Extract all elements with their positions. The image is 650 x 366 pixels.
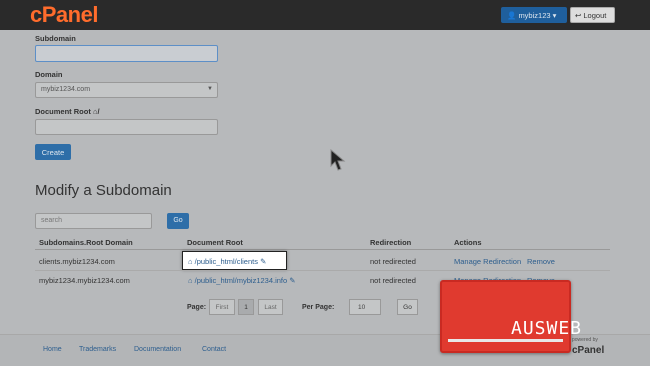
user-label: mybiz123 bbox=[518, 11, 551, 20]
row2-docroot-link[interactable]: ⌂ /public_html/mybiz1234.info ✎ bbox=[188, 276, 296, 285]
mouse-cursor-icon bbox=[330, 149, 346, 171]
row2-subdomain: mybiz1234.mybiz1234.com bbox=[39, 276, 130, 285]
document-root-slash: / bbox=[97, 107, 100, 116]
powered-by-cpanel-logo: cPanel bbox=[572, 345, 605, 356]
pager-page-label: Page: bbox=[187, 304, 207, 311]
cpanel-logo[interactable]: cPanel bbox=[30, 2, 98, 28]
pager-last-button[interactable]: Last bbox=[258, 299, 283, 315]
ausweb-watermark-underline bbox=[448, 339, 563, 342]
row1-docroot-text: /public_html/clients bbox=[194, 257, 258, 266]
domain-select[interactable]: mybiz1234.com ▼ bbox=[35, 82, 218, 98]
footer-link-home[interactable]: Home bbox=[43, 346, 62, 353]
per-page-input[interactable]: 10 bbox=[349, 299, 381, 315]
document-root-input[interactable] bbox=[35, 119, 218, 135]
per-page-go-button[interactable]: Go bbox=[397, 299, 418, 315]
row2-docroot-text: /public_html/mybiz1234.info bbox=[194, 276, 288, 285]
modify-subdomain-title: Modify a Subdomain bbox=[35, 182, 172, 199]
subdomain-input[interactable] bbox=[35, 45, 218, 62]
logout-label: Logout bbox=[583, 11, 607, 20]
user-icon: 👤 bbox=[507, 11, 517, 20]
row1-redirection: not redirected bbox=[370, 257, 416, 266]
home-icon: ⌂ bbox=[188, 257, 193, 266]
search-go-button[interactable]: Go bbox=[167, 213, 189, 229]
row-divider bbox=[35, 270, 610, 271]
footer-link-trademarks[interactable]: Trademarks bbox=[79, 346, 116, 353]
col-header-actions: Actions bbox=[454, 238, 482, 247]
user-menu-button[interactable]: 👤 mybiz123 ▾ bbox=[501, 7, 567, 23]
row2-redirection: not redirected bbox=[370, 276, 416, 285]
footer-link-contact[interactable]: Contact bbox=[202, 346, 226, 353]
home-icon: ⌂ bbox=[188, 276, 193, 285]
caret-down-icon: ▾ bbox=[552, 11, 557, 20]
row1-subdomain: clients.mybiz1234.com bbox=[39, 257, 115, 266]
document-root-label: Document Root ⌂/ bbox=[35, 107, 100, 116]
pencil-icon[interactable]: ✎ bbox=[289, 276, 295, 285]
col-header-redirection[interactable]: Redirection bbox=[370, 238, 411, 247]
ausweb-watermark-text: AUSWEB bbox=[511, 318, 583, 339]
select-arrow-icon: ▼ bbox=[207, 86, 213, 92]
document-root-label-text: Document Root bbox=[35, 107, 91, 116]
ausweb-watermark bbox=[440, 280, 571, 353]
pencil-icon[interactable]: ✎ bbox=[260, 257, 266, 266]
footer-link-documentation[interactable]: Documentation bbox=[134, 346, 181, 353]
per-page-label: Per Page: bbox=[302, 304, 335, 311]
row1-manage-redirection-link[interactable]: Manage Redirection bbox=[454, 257, 521, 266]
domain-label: Domain bbox=[35, 70, 63, 79]
pager-current-page[interactable]: 1 bbox=[238, 299, 254, 315]
col-header-document-root[interactable]: Document Root bbox=[187, 238, 243, 247]
table-header-divider bbox=[35, 249, 610, 250]
row1-docroot-link[interactable]: ⌂ /public_html/clients ✎ bbox=[188, 257, 266, 266]
create-button[interactable]: Create bbox=[35, 144, 71, 160]
logout-button[interactable]: ↩ Logout bbox=[570, 7, 615, 23]
logout-icon: ↩ bbox=[575, 11, 582, 20]
pager-first-button[interactable]: First bbox=[209, 299, 235, 315]
search-input[interactable]: search bbox=[35, 213, 152, 229]
col-header-subdomain[interactable]: Subdomains.Root Domain bbox=[39, 238, 133, 247]
subdomain-label: Subdomain bbox=[35, 34, 76, 43]
row1-remove-link[interactable]: Remove bbox=[527, 257, 555, 266]
domain-select-value: mybiz1234.com bbox=[41, 86, 91, 93]
